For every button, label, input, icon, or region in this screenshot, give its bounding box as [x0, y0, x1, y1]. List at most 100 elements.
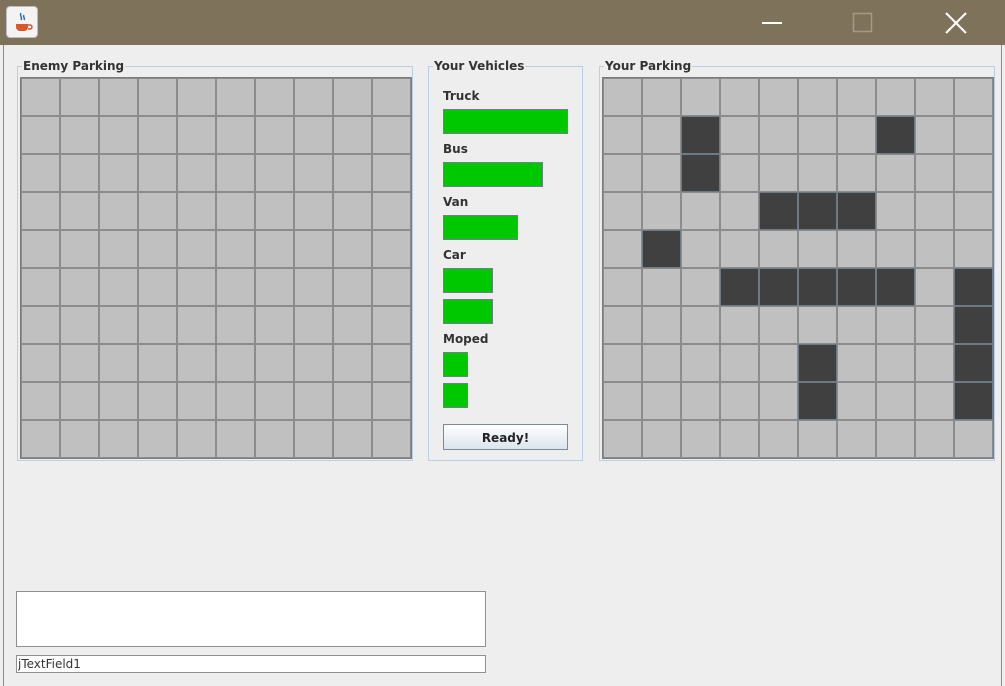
- enemy-parking-cell[interactable]: [21, 192, 60, 230]
- enemy-parking-cell[interactable]: [216, 230, 255, 268]
- your-parking-cell[interactable]: [915, 78, 954, 116]
- your-parking-cell[interactable]: [720, 306, 759, 344]
- your-parking-occupied-cell[interactable]: [681, 116, 720, 154]
- maximize-button[interactable]: [833, 0, 893, 45]
- enemy-parking-cell[interactable]: [294, 230, 333, 268]
- enemy-parking-cell[interactable]: [372, 116, 411, 154]
- enemy-parking-cell[interactable]: [99, 192, 138, 230]
- your-parking-cell[interactable]: [876, 78, 915, 116]
- your-parking-cell[interactable]: [954, 230, 993, 268]
- enemy-parking-cell[interactable]: [99, 268, 138, 306]
- enemy-parking-cell[interactable]: [333, 78, 372, 116]
- vehicle-bar-bus[interactable]: [443, 162, 543, 187]
- enemy-parking-cell[interactable]: [216, 344, 255, 382]
- your-parking-cell[interactable]: [603, 230, 642, 268]
- enemy-parking-cell[interactable]: [294, 344, 333, 382]
- enemy-parking-cell[interactable]: [216, 116, 255, 154]
- enemy-parking-cell[interactable]: [255, 306, 294, 344]
- your-parking-cell[interactable]: [603, 116, 642, 154]
- message-text-field[interactable]: [16, 655, 486, 673]
- your-parking-cell[interactable]: [603, 382, 642, 420]
- enemy-parking-cell[interactable]: [138, 192, 177, 230]
- your-parking-occupied-cell[interactable]: [798, 192, 837, 230]
- enemy-parking-cell[interactable]: [21, 344, 60, 382]
- enemy-parking-cell[interactable]: [21, 420, 60, 458]
- your-parking-cell[interactable]: [915, 306, 954, 344]
- your-parking-cell[interactable]: [876, 420, 915, 458]
- enemy-parking-cell[interactable]: [333, 154, 372, 192]
- your-parking-occupied-cell[interactable]: [798, 344, 837, 382]
- your-parking-cell[interactable]: [915, 192, 954, 230]
- your-parking-cell[interactable]: [681, 344, 720, 382]
- your-parking-occupied-cell[interactable]: [798, 382, 837, 420]
- your-parking-cell[interactable]: [603, 154, 642, 192]
- enemy-parking-cell[interactable]: [255, 268, 294, 306]
- your-parking-cell[interactable]: [759, 306, 798, 344]
- your-parking-cell[interactable]: [642, 306, 681, 344]
- enemy-parking-cell[interactable]: [372, 78, 411, 116]
- your-parking-cell[interactable]: [720, 154, 759, 192]
- enemy-parking-cell[interactable]: [333, 116, 372, 154]
- enemy-parking-cell[interactable]: [333, 306, 372, 344]
- your-parking-cell[interactable]: [954, 116, 993, 154]
- enemy-parking-cell[interactable]: [333, 192, 372, 230]
- your-parking-cell[interactable]: [759, 116, 798, 154]
- your-parking-cell[interactable]: [837, 230, 876, 268]
- your-parking-cell[interactable]: [837, 306, 876, 344]
- enemy-parking-cell[interactable]: [372, 230, 411, 268]
- your-parking-cell[interactable]: [681, 78, 720, 116]
- your-parking-cell[interactable]: [954, 78, 993, 116]
- enemy-parking-cell[interactable]: [177, 78, 216, 116]
- your-parking-occupied-cell[interactable]: [876, 116, 915, 154]
- enemy-parking-cell[interactable]: [138, 382, 177, 420]
- enemy-parking-cell[interactable]: [99, 382, 138, 420]
- your-parking-cell[interactable]: [915, 344, 954, 382]
- enemy-parking-cell[interactable]: [21, 382, 60, 420]
- your-parking-occupied-cell[interactable]: [642, 230, 681, 268]
- enemy-parking-cell[interactable]: [294, 154, 333, 192]
- your-parking-cell[interactable]: [876, 192, 915, 230]
- enemy-parking-cell[interactable]: [177, 192, 216, 230]
- enemy-parking-cell[interactable]: [99, 78, 138, 116]
- enemy-parking-cell[interactable]: [294, 382, 333, 420]
- your-parking-occupied-cell[interactable]: [837, 192, 876, 230]
- enemy-parking-cell[interactable]: [21, 268, 60, 306]
- enemy-parking-cell[interactable]: [177, 382, 216, 420]
- enemy-parking-cell[interactable]: [255, 382, 294, 420]
- enemy-parking-cell[interactable]: [255, 154, 294, 192]
- enemy-parking-cell[interactable]: [60, 268, 99, 306]
- your-parking-cell[interactable]: [915, 154, 954, 192]
- your-parking-cell[interactable]: [603, 344, 642, 382]
- your-parking-cell[interactable]: [681, 420, 720, 458]
- enemy-parking-cell[interactable]: [21, 306, 60, 344]
- enemy-parking-cell[interactable]: [294, 420, 333, 458]
- enemy-parking-cell[interactable]: [333, 268, 372, 306]
- enemy-parking-cell[interactable]: [177, 344, 216, 382]
- your-parking-cell[interactable]: [798, 154, 837, 192]
- enemy-parking-cell[interactable]: [333, 382, 372, 420]
- your-parking-cell[interactable]: [915, 420, 954, 458]
- your-parking-cell[interactable]: [798, 420, 837, 458]
- enemy-parking-cell[interactable]: [60, 306, 99, 344]
- your-parking-occupied-cell[interactable]: [954, 344, 993, 382]
- your-parking-cell[interactable]: [720, 192, 759, 230]
- your-parking-cell[interactable]: [681, 268, 720, 306]
- enemy-parking-cell[interactable]: [177, 154, 216, 192]
- enemy-parking-cell[interactable]: [294, 268, 333, 306]
- your-parking-cell[interactable]: [603, 306, 642, 344]
- vehicle-bar-car[interactable]: [443, 299, 493, 324]
- your-parking-cell[interactable]: [759, 420, 798, 458]
- enemy-parking-cell[interactable]: [255, 192, 294, 230]
- your-parking-cell[interactable]: [876, 306, 915, 344]
- your-parking-cell[interactable]: [603, 192, 642, 230]
- your-parking-cell[interactable]: [720, 78, 759, 116]
- your-parking-cell[interactable]: [681, 382, 720, 420]
- minimize-button[interactable]: [742, 0, 802, 45]
- your-parking-cell[interactable]: [837, 382, 876, 420]
- enemy-parking-cell[interactable]: [177, 306, 216, 344]
- your-parking-cell[interactable]: [720, 382, 759, 420]
- vehicle-bar-truck[interactable]: [443, 109, 568, 134]
- enemy-parking-cell[interactable]: [372, 420, 411, 458]
- your-parking-cell[interactable]: [954, 420, 993, 458]
- your-parking-cell[interactable]: [915, 230, 954, 268]
